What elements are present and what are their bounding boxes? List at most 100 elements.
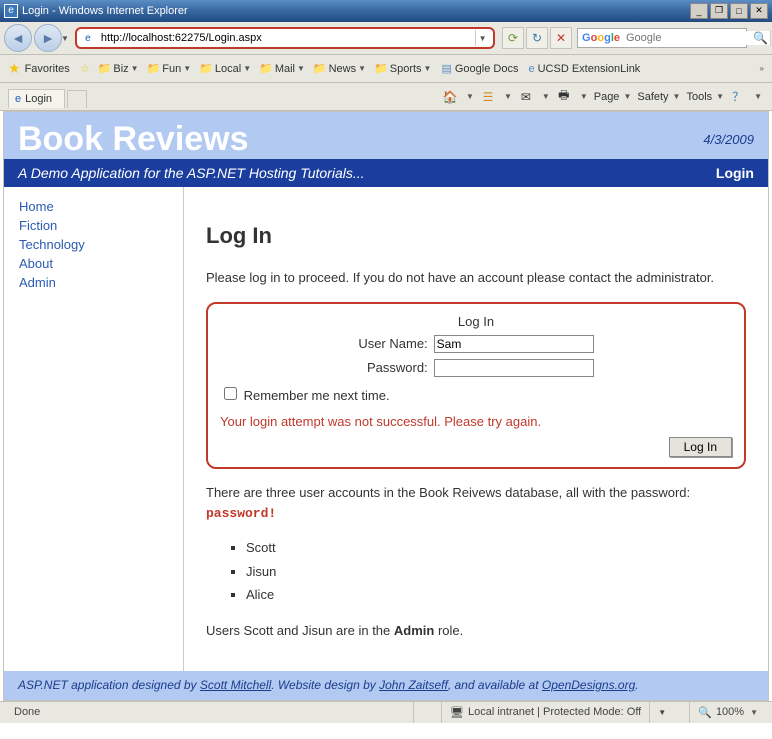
safety-menu[interactable]: Safety▼	[637, 91, 680, 103]
status-bar: Done 🖥Local intranet | Protected Mode: O…	[0, 701, 772, 723]
back-button[interactable]: ◄	[4, 24, 32, 52]
chevron-down-icon[interactable]: ▼	[424, 64, 432, 73]
chevron-down-icon[interactable]: ▼	[580, 92, 588, 101]
nav-fiction[interactable]: Fiction	[19, 216, 168, 235]
print-icon[interactable]: 🖶	[556, 89, 572, 105]
favorites-star-icon[interactable]: ★	[8, 60, 21, 77]
fav-sports[interactable]: Sports	[390, 63, 422, 75]
close-button[interactable]: ✕	[750, 3, 768, 19]
folder-icon: 📁	[313, 62, 327, 75]
address-dropdown-icon[interactable]: ▼	[475, 30, 489, 46]
restore-button[interactable]: ❐	[710, 3, 728, 19]
fav-mail[interactable]: Mail	[275, 63, 295, 75]
folder-icon: 📁	[98, 62, 112, 75]
site-footer: ASP.NET application designed by Scott Mi…	[4, 671, 768, 700]
intro-text: Please log in to proceed. If you do not …	[206, 268, 746, 288]
site-title: Book Reviews	[18, 120, 249, 159]
new-tab-button[interactable]	[67, 90, 87, 108]
page-heading: Log In	[206, 219, 746, 252]
doc-icon: ▤	[441, 62, 451, 75]
mail-icon[interactable]: ✉	[518, 89, 534, 105]
chevron-down-icon[interactable]: ▼	[358, 64, 366, 73]
fav-news[interactable]: News	[329, 63, 357, 75]
refresh-button[interactable]: ↻	[526, 27, 548, 49]
site-subtitle: A Demo Application for the ASP.NET Hosti…	[18, 165, 365, 181]
chevron-down-icon[interactable]: ▼	[754, 92, 762, 101]
tools-menu[interactable]: Tools▼	[686, 91, 724, 103]
url-input[interactable]	[99, 31, 475, 45]
sidebar: Home Fiction Technology About Admin	[4, 187, 184, 671]
admin-note: Users Scott and Jisun are in the Admin r…	[206, 621, 746, 641]
chevron-down-icon[interactable]: ▼	[183, 64, 191, 73]
forward-button[interactable]: ►	[34, 24, 62, 52]
password-input[interactable]	[434, 359, 594, 377]
chevron-down-icon[interactable]: ▼	[504, 92, 512, 101]
page-menu[interactable]: Page▼	[594, 91, 632, 103]
page-tools: 🏠 ▼ ☰ ▼ ✉ ▼ 🖶 ▼ Page▼ Safety▼ Tools▼ ？ ▼	[87, 89, 768, 105]
zoom-control[interactable]: 🔍 100% ▼	[689, 701, 766, 723]
ie-page-icon: e	[81, 31, 95, 45]
chevron-down-icon[interactable]: ▼	[297, 64, 305, 73]
login-button[interactable]: Log In	[669, 437, 732, 457]
nav-technology[interactable]: Technology	[19, 235, 168, 254]
content-viewport: Book Reviews 4/3/2009 A Demo Application…	[3, 111, 769, 701]
home-icon[interactable]: 🏠	[442, 89, 458, 105]
fav-local[interactable]: Local	[215, 63, 241, 75]
folder-icon: 📁	[374, 62, 388, 75]
fav-fun[interactable]: Fun	[162, 63, 181, 75]
stop-button[interactable]: ✕	[550, 27, 572, 49]
favorites-label[interactable]: Favorites	[25, 63, 70, 75]
username-input[interactable]	[434, 335, 594, 353]
favorites-bar-icon[interactable]: ☆	[80, 62, 90, 75]
footer-source-link[interactable]: OpenDesigns.org	[542, 678, 635, 692]
feeds-icon[interactable]: ☰	[480, 89, 496, 105]
folder-icon: 📁	[147, 62, 161, 75]
nav-home[interactable]: Home	[19, 197, 168, 216]
username-label: User Name:	[356, 333, 429, 355]
accounts-note: There are three user accounts in the Boo…	[206, 483, 746, 523]
status-empty-2[interactable]: ▼	[649, 701, 689, 723]
nav-admin[interactable]: Admin	[19, 273, 168, 292]
fav-googledocs[interactable]: Google Docs	[455, 63, 519, 75]
fav-ucsd[interactable]: UCSD ExtensionLink	[538, 63, 641, 75]
footer-author-link[interactable]: Scott Mitchell	[200, 678, 271, 692]
chevron-down-icon[interactable]: ▼	[466, 92, 474, 101]
nav-about[interactable]: About	[19, 254, 168, 273]
folder-icon: 📁	[199, 62, 213, 75]
browser-tab[interactable]: e Login	[8, 89, 65, 108]
window-title: Login - Windows Internet Explorer	[22, 5, 690, 17]
chevron-down-icon[interactable]: ▼	[243, 64, 251, 73]
password-hint: password!	[206, 506, 276, 521]
maximize-button[interactable]: □	[730, 3, 748, 19]
password-label: Password:	[356, 357, 429, 379]
fav-biz[interactable]: Biz	[113, 63, 128, 75]
header-login-link[interactable]: Login	[716, 165, 754, 181]
favbar-overflow-icon[interactable]: »	[760, 64, 764, 73]
chevron-down-icon[interactable]: ▼	[750, 708, 758, 717]
zoom-value: 100%	[716, 706, 744, 718]
compat-button[interactable]: ⟳	[502, 27, 524, 49]
minimize-button[interactable]: _	[690, 3, 708, 19]
remember-label: Remember me next time.	[244, 388, 390, 403]
folder-icon: 📁	[259, 62, 273, 75]
site-header: Book Reviews 4/3/2009	[4, 112, 768, 159]
accounts-list: Scott Jisun Alice	[206, 536, 746, 607]
remember-row: Remember me next time.	[220, 380, 732, 410]
search-box: Google ▼	[577, 28, 747, 48]
account-item: Jisun	[246, 560, 746, 584]
remember-checkbox[interactable]	[224, 387, 237, 400]
search-input[interactable]	[624, 31, 770, 45]
google-logo-icon: Google	[582, 32, 620, 44]
login-panel: Log In User Name: Password: Remember me …	[206, 302, 746, 470]
help-icon[interactable]: ？	[730, 89, 746, 105]
chevron-down-icon[interactable]: ▼	[542, 92, 550, 101]
footer-designer-link[interactable]: John Zaitseff	[379, 678, 448, 692]
status-zone: 🖥Local intranet | Protected Mode: Off	[441, 701, 649, 723]
address-bar: e ▼	[75, 27, 495, 49]
search-go-icon[interactable]: 🔍	[753, 31, 768, 45]
ie-page-icon: e	[15, 93, 21, 105]
chevron-down-icon[interactable]: ▼	[131, 64, 139, 73]
zone-icon: 🖥	[450, 706, 464, 719]
zoom-icon: 🔍	[698, 706, 712, 719]
nav-history-dropdown-icon[interactable]: ▼	[61, 34, 69, 43]
